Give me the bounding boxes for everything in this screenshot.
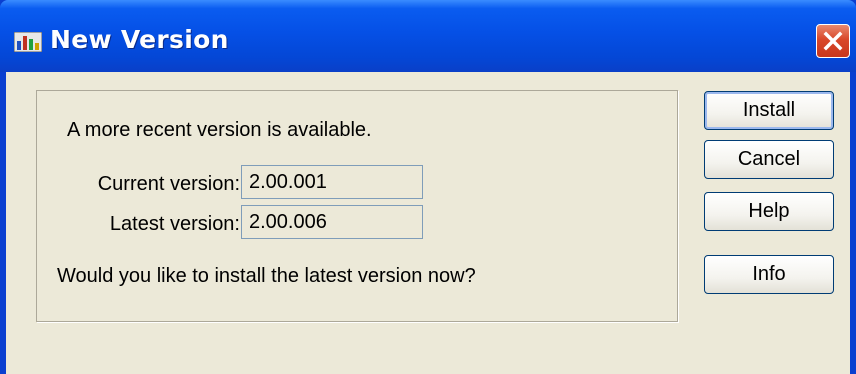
latest-version-label: Latest version:: [109, 213, 240, 235]
title-bar[interactable]: New Version: [0, 0, 856, 72]
help-button[interactable]: Help: [704, 192, 834, 231]
dialog-body: A more recent version is available. Curr…: [6, 72, 850, 374]
update-message: A more recent version is available.: [67, 119, 372, 141]
version-info-group: A more recent version is available. Curr…: [36, 90, 678, 322]
latest-version-field: 2.00.006: [241, 205, 423, 239]
current-version-field: 2.00.001: [241, 165, 423, 199]
close-button[interactable]: [816, 24, 850, 58]
bar-chart-icon: [14, 32, 42, 52]
close-icon: [823, 31, 843, 51]
cancel-button[interactable]: Cancel: [704, 140, 834, 179]
dialog-window: New Version A more recent version is ava…: [0, 0, 856, 374]
info-button[interactable]: Info: [704, 255, 834, 294]
window-title: New Version: [50, 25, 229, 54]
install-button[interactable]: Install: [704, 91, 834, 130]
install-question: Would you like to install the latest ver…: [57, 265, 476, 287]
current-version-label: Current version:: [97, 173, 240, 195]
